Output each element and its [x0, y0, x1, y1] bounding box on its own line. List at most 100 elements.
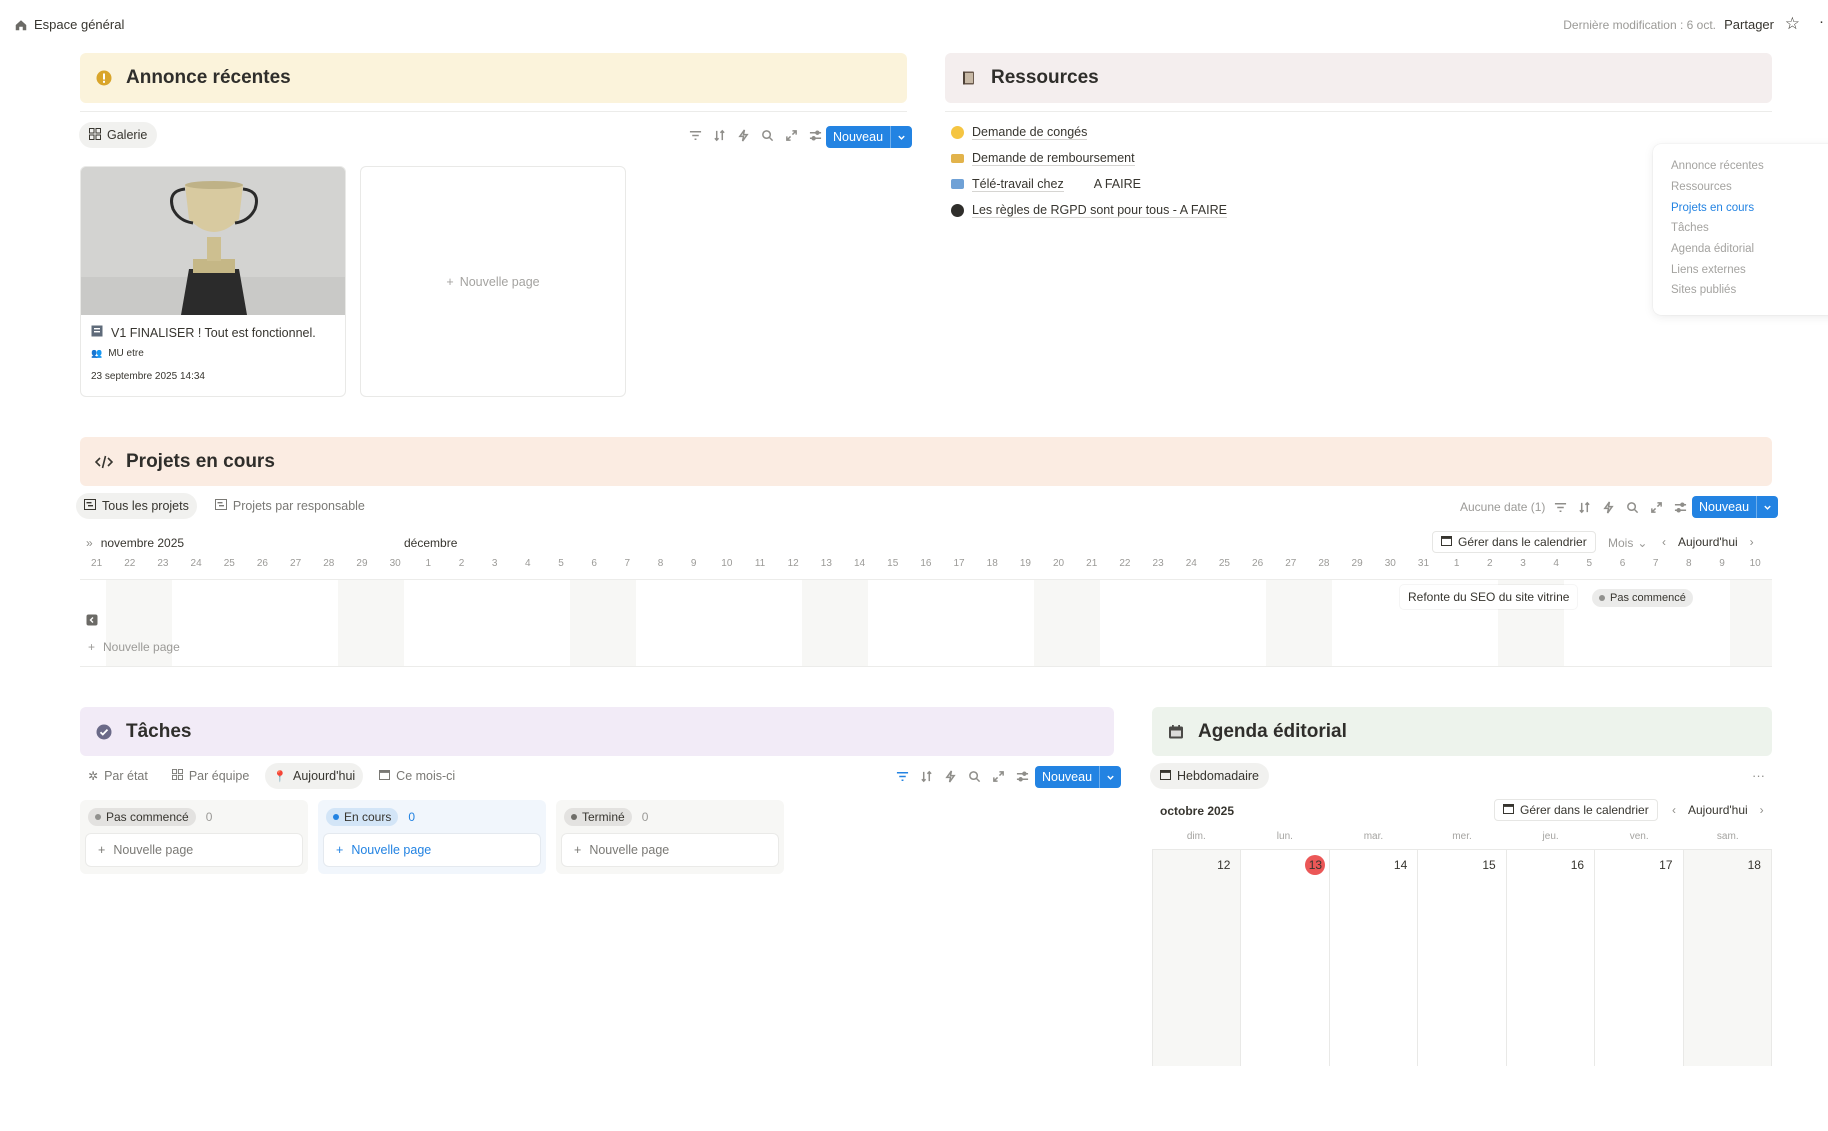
settings-icon[interactable] — [1673, 500, 1687, 514]
breadcrumb[interactable]: Espace général — [14, 17, 124, 32]
day-number: 18 — [1747, 858, 1761, 872]
calendar-day[interactable]: 18 — [1683, 850, 1772, 1066]
tab-aujourdhui[interactable]: 📍 Aujourd'hui — [265, 763, 364, 789]
weekday-label: mar. — [1363, 831, 1384, 842]
timeline-day: 3 — [491, 558, 498, 569]
status-dot — [1599, 595, 1605, 601]
expand-icon[interactable] — [991, 769, 1005, 783]
status-dot — [571, 814, 577, 820]
day-number: 17 — [1659, 858, 1673, 872]
row-handle-icon[interactable] — [86, 614, 98, 629]
calendar-day[interactable]: 15 — [1418, 850, 1507, 1066]
more-icon[interactable]: ··· — [1752, 768, 1765, 783]
timeline-day: 8 — [1686, 558, 1692, 569]
chevron-down-icon[interactable] — [1099, 766, 1121, 788]
agenda-today-nav: ‹ Aujourd'hui › — [1672, 803, 1764, 817]
star-icon[interactable]: ☆ — [1785, 14, 1800, 34]
chevron-left-icon[interactable]: ‹ — [1662, 535, 1666, 549]
timeline-day: 22 — [124, 558, 136, 569]
weekday-label: jeu. — [1542, 831, 1559, 842]
timeline-day: 1 — [1453, 558, 1460, 569]
expand-icon[interactable] — [784, 128, 798, 142]
timeline-task[interactable]: Refonte du SEO du site vitrine — [1400, 585, 1578, 609]
resource-item[interactable]: Demande de remboursement — [951, 145, 1551, 171]
taches-new-button[interactable]: Nouveau — [1035, 766, 1122, 788]
filter-icon[interactable] — [688, 128, 702, 142]
scale-select[interactable]: Mois ⌄ — [1608, 536, 1647, 550]
plus-icon: + — [98, 843, 106, 857]
chevron-down-icon[interactable] — [890, 126, 912, 148]
kanban-new-page[interactable]: + Nouvelle page — [86, 834, 302, 866]
chevron-right-icon[interactable]: › — [1760, 803, 1764, 817]
kanban-new-page[interactable]: + Nouvelle page — [324, 834, 540, 866]
weekend-stripe — [802, 580, 868, 666]
chevron-right-icon[interactable]: › — [1750, 535, 1754, 549]
timeline-day: 31 — [1417, 558, 1430, 569]
lightning-icon[interactable] — [943, 769, 957, 783]
resource-item[interactable]: Demande de congés — [951, 119, 1551, 145]
lightning-icon[interactable] — [736, 128, 750, 142]
toc-item[interactable]: Sites publiés — [1671, 280, 1825, 301]
status-label: Terminé — [582, 810, 625, 824]
chevron-down-icon[interactable] — [1756, 496, 1778, 518]
calendar-day-today[interactable]: 13 — [1241, 850, 1330, 1066]
sort-icon[interactable] — [1577, 500, 1591, 514]
filter-icon[interactable] — [1553, 500, 1567, 514]
toc-item[interactable]: Liens externes — [1671, 259, 1825, 280]
toc-item[interactable]: Tâches — [1671, 218, 1825, 239]
manage-calendar-label: Gérer dans le calendrier — [1520, 803, 1649, 817]
tab-par-etat[interactable]: ✲ Par état — [80, 763, 156, 789]
projets-new-button[interactable]: Nouveau — [1692, 496, 1779, 518]
exclamation-icon — [94, 68, 114, 88]
sort-icon[interactable] — [919, 769, 933, 783]
settings-icon[interactable] — [808, 128, 822, 142]
book-icon — [959, 68, 979, 88]
search-icon[interactable] — [967, 769, 981, 783]
tab-par-equipe[interactable]: Par équipe — [164, 763, 257, 789]
sort-icon[interactable] — [712, 128, 726, 142]
new-page-label: Nouvelle page — [459, 274, 540, 289]
timeline-new-page[interactable]: + Nouvelle page — [88, 640, 180, 654]
today-button[interactable]: Aujourd'hui — [1678, 535, 1738, 549]
status-label: Pas commencé — [106, 810, 189, 824]
more-icon[interactable]: · — [1819, 13, 1824, 30]
weekday-label: mer. — [1452, 831, 1472, 842]
no-date-count[interactable]: Aucune date (1) — [1460, 500, 1545, 514]
tab-ce-mois-ci[interactable]: Ce mois-ci — [371, 763, 463, 789]
expand-icon[interactable] — [1649, 500, 1663, 514]
kanban-new-page[interactable]: + Nouvelle page — [562, 834, 778, 866]
calendar-day[interactable]: 12 — [1152, 850, 1242, 1066]
calendar-icon — [1441, 535, 1452, 549]
calendar-day[interactable]: 16 — [1507, 850, 1596, 1066]
tab-projets-par-responsable[interactable]: Projets par responsable — [207, 493, 373, 519]
chevron-left-icon[interactable]: ‹ — [1672, 803, 1676, 817]
search-icon[interactable] — [760, 128, 774, 142]
double-chevron-right-icon[interactable]: » — [86, 536, 93, 550]
plus-icon: + — [574, 843, 582, 857]
share-button[interactable]: Partager — [1724, 17, 1774, 32]
timeline-day: 20 — [1053, 558, 1065, 569]
settings-icon[interactable] — [1015, 769, 1029, 783]
gallery-card[interactable]: V1 FINALISER ! Tout est fonctionnel. 👥 M… — [80, 166, 346, 397]
agenda-manage-calendar-button[interactable]: Gérer dans le calendrier — [1494, 799, 1658, 821]
timeline-day: 9 — [1719, 558, 1725, 569]
manage-calendar-button[interactable]: Gérer dans le calendrier — [1432, 531, 1596, 553]
toc-item-active[interactable]: Projets en cours — [1671, 197, 1825, 218]
search-icon[interactable] — [1625, 500, 1639, 514]
today-button[interactable]: Aujourd'hui — [1688, 803, 1748, 817]
resource-item[interactable]: Télé-travail chez A FAIRE — [951, 171, 1551, 197]
resource-item[interactable]: Les règles de RGPD sont pour tous - A FA… — [951, 197, 1551, 223]
view-chip-hebdomadaire[interactable]: Hebdomadaire — [1150, 763, 1269, 789]
filter-icon[interactable] — [895, 769, 909, 783]
new-page-card[interactable]: + Nouvelle page — [360, 166, 626, 397]
tab-tous-les-projets[interactable]: Tous les projets — [76, 493, 197, 519]
calendar-day[interactable]: 17 — [1595, 850, 1684, 1066]
view-chip-galerie[interactable]: Galerie — [79, 122, 158, 148]
lightning-icon[interactable] — [1601, 500, 1615, 514]
annonces-new-button[interactable]: Nouveau — [826, 126, 913, 148]
timeline-day: 4 — [1553, 558, 1559, 569]
toc-item[interactable]: Ressources — [1671, 177, 1825, 198]
toc-item[interactable]: Annonce récentes — [1671, 156, 1825, 177]
calendar-day[interactable]: 14 — [1330, 850, 1419, 1066]
toc-item[interactable]: Agenda éditorial — [1671, 239, 1825, 260]
